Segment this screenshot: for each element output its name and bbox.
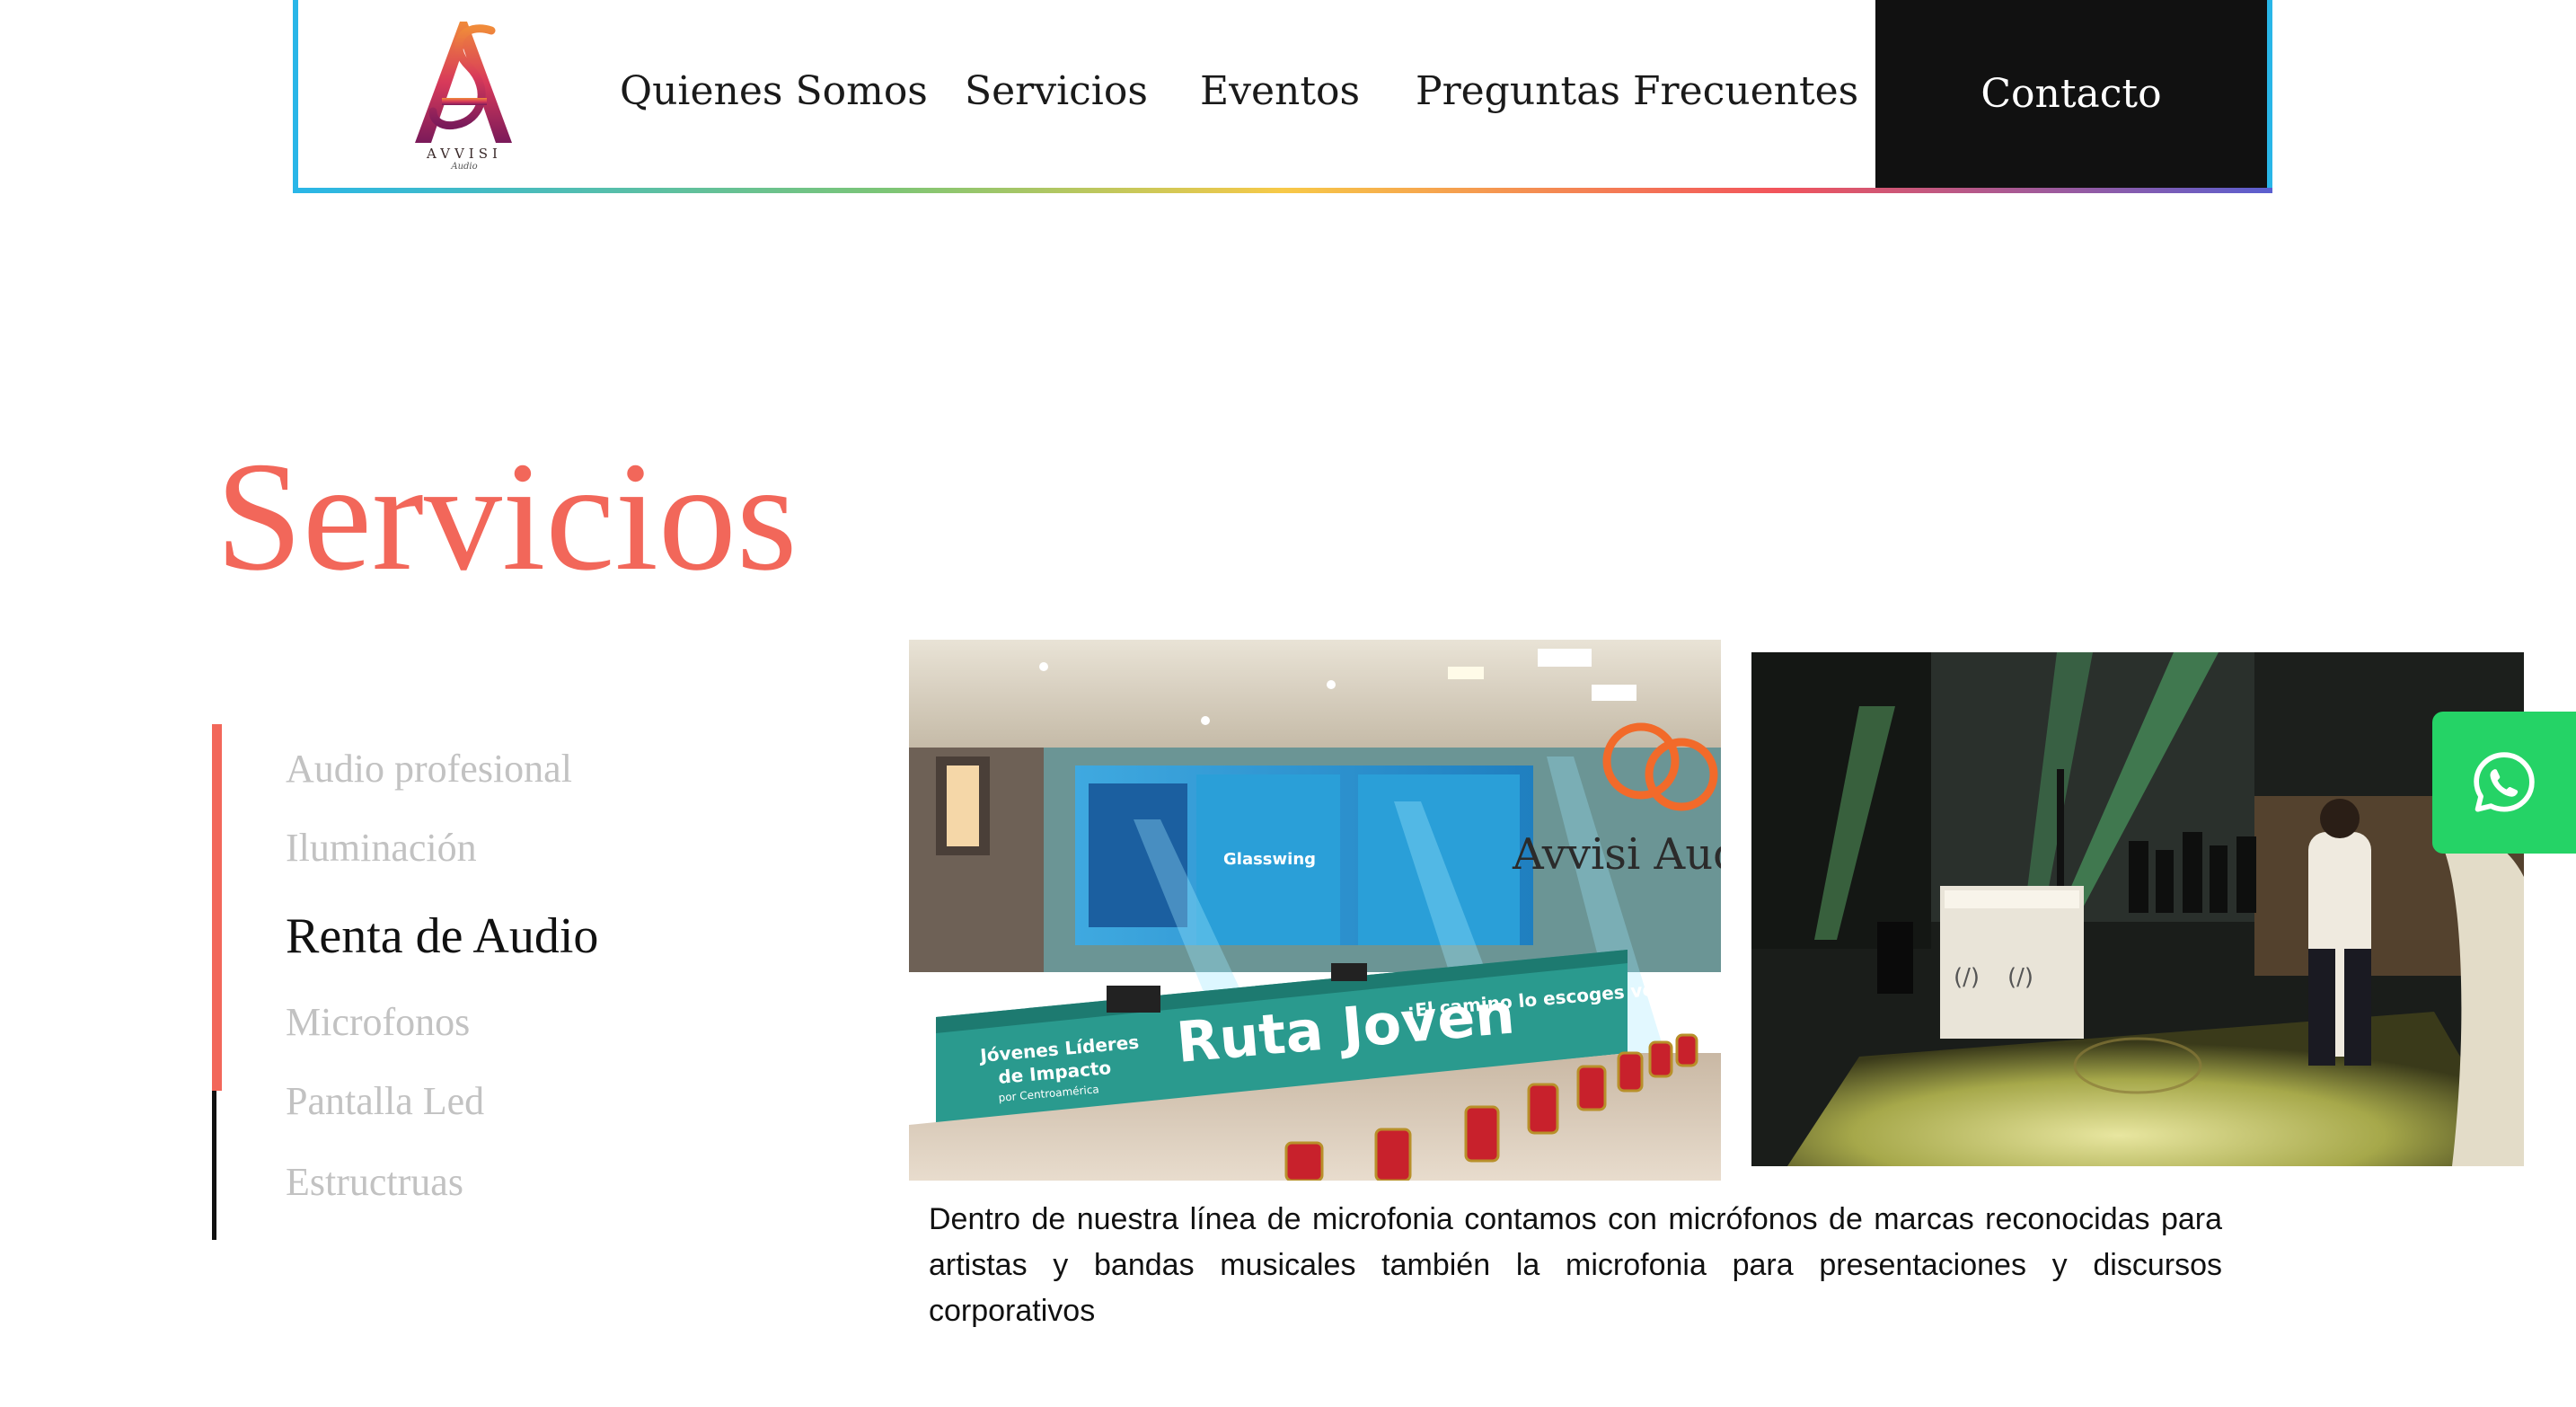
nav-quienes-somos[interactable]: Quienes Somos	[620, 68, 928, 114]
nav-preguntas-frecuentes[interactable]: Preguntas Frecuentes	[1416, 68, 1858, 114]
event-stage-photo[interactable]: Glasswing Avvisi Aud Ruta Joven ¡El cami…	[909, 640, 1721, 1181]
contact-button[interactable]: Contacto	[1875, 0, 2267, 188]
service-menu-audio-profesional[interactable]: Audio profesional	[286, 746, 572, 792]
whatsapp-button[interactable]	[2432, 712, 2576, 854]
service-menu-microfonos[interactable]: Microfonos	[286, 999, 470, 1045]
service-description: Dentro de nuestra línea de microfonia co…	[929, 1202, 2222, 1328]
logo-text: AVVISI	[427, 146, 502, 162]
logo-mark-icon	[415, 22, 512, 143]
menu-progress-indicator	[212, 724, 222, 1091]
whatsapp-icon	[2474, 752, 2535, 812]
service-menu-pantalla-led[interactable]: Pantalla Led	[286, 1078, 484, 1124]
nav-servicios[interactable]: Servicios	[965, 68, 1148, 114]
logo-subtext: Audio	[451, 162, 478, 172]
watermark-text: Avvisi Aud	[1512, 829, 1721, 880]
service-menu-iluminacion[interactable]: Iluminación	[286, 825, 477, 871]
svg-text:(/): (/)	[2007, 964, 2033, 991]
night-event-photo[interactable]: (/) (/)	[1751, 652, 2524, 1166]
service-menu-estructuras[interactable]: Estructruas	[286, 1159, 463, 1205]
service-menu-renta-de-audio[interactable]: Renta de Audio	[286, 907, 598, 965]
screen-brand-text: Glasswing	[1223, 850, 1316, 869]
brand-logo[interactable]: AVVISI Audio	[406, 13, 523, 172]
svg-text:(/): (/)	[1954, 964, 1980, 991]
section-title: Servicios	[216, 429, 798, 603]
nav-eventos[interactable]: Eventos	[1200, 68, 1360, 114]
site-header: AVVISI Audio Quienes Somos Servicios Eve…	[293, 0, 2272, 193]
